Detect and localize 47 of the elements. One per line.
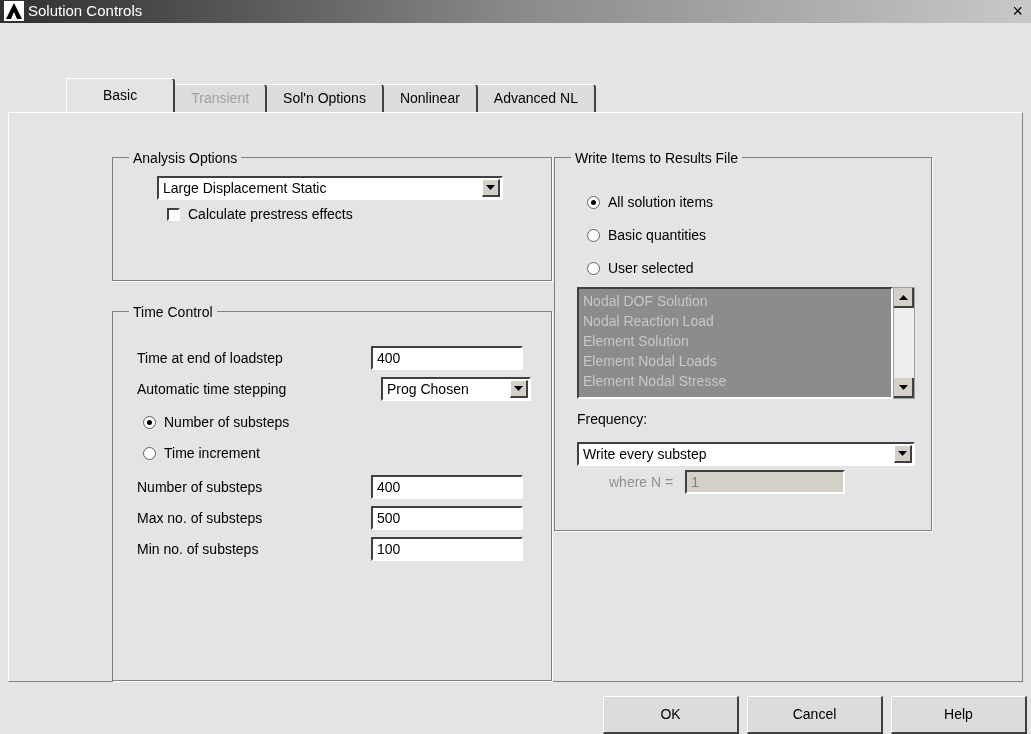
- checkbox-label: Calculate prestress effects: [188, 205, 353, 224]
- down-arrow-icon: [486, 185, 495, 190]
- frequency-dropdown[interactable]: Write every substep: [577, 442, 915, 466]
- input-field[interactable]: 400: [371, 346, 523, 370]
- app-logo-icon: [4, 1, 24, 22]
- radio-label: Basic quantities: [608, 226, 707, 245]
- radio-button[interactable]: [143, 447, 156, 460]
- radio-button[interactable]: [143, 416, 156, 429]
- analysis-type-dropdown[interactable]: Large Displacement Static: [157, 176, 503, 200]
- field-label: Max no. of substeps: [137, 508, 263, 528]
- dropdown-button[interactable]: [894, 445, 912, 463]
- radio-label: Time increment: [164, 444, 260, 463]
- window-title: Solution Controls: [28, 1, 143, 21]
- scroll-up-button[interactable]: [894, 288, 914, 308]
- down-arrow-icon: [898, 451, 907, 456]
- radio-label: User selected: [608, 259, 694, 278]
- dropdown-button[interactable]: [482, 179, 500, 197]
- input-field[interactable]: 100: [371, 537, 523, 561]
- frequency-label: Frequency:: [577, 410, 649, 429]
- radio-button[interactable]: [587, 196, 600, 209]
- radio-button[interactable]: [587, 229, 600, 242]
- input-field[interactable]: 500: [371, 506, 523, 530]
- field-label: Number of substeps: [137, 477, 263, 497]
- dialog-button[interactable]: Help: [891, 696, 1027, 734]
- close-button[interactable]: ×: [1008, 2, 1027, 21]
- radio-label: Number of substeps: [164, 413, 290, 432]
- field-label: Min no. of substeps: [137, 539, 259, 559]
- field-label: Time at end of loadstep: [137, 348, 283, 368]
- down-arrow-icon: [898, 384, 908, 390]
- field-label: Automatic time stepping: [137, 379, 287, 399]
- tab[interactable]: Sol'n Options: [267, 84, 384, 112]
- radio-button[interactable]: [587, 262, 600, 275]
- scrollbar[interactable]: [893, 287, 915, 399]
- dialog-button[interactable]: Cancel: [747, 696, 883, 734]
- up-arrow-icon: [898, 294, 908, 300]
- radio-label: All solution items: [608, 193, 714, 212]
- tab[interactable]: Nonlinear: [383, 84, 478, 112]
- time-stepping-dropdown[interactable]: Prog Chosen: [381, 377, 531, 401]
- scroll-down-button[interactable]: [894, 378, 914, 398]
- input-field[interactable]: 400: [371, 475, 523, 499]
- tab[interactable]: Basic: [66, 78, 176, 112]
- field-label: where N =: [609, 472, 674, 492]
- tab[interactable]: Advanced NL: [477, 84, 596, 112]
- dropdown-button[interactable]: [510, 380, 528, 398]
- dialog-button[interactable]: OK: [603, 696, 739, 734]
- checkbox[interactable]: [167, 208, 180, 221]
- down-arrow-icon: [514, 386, 523, 391]
